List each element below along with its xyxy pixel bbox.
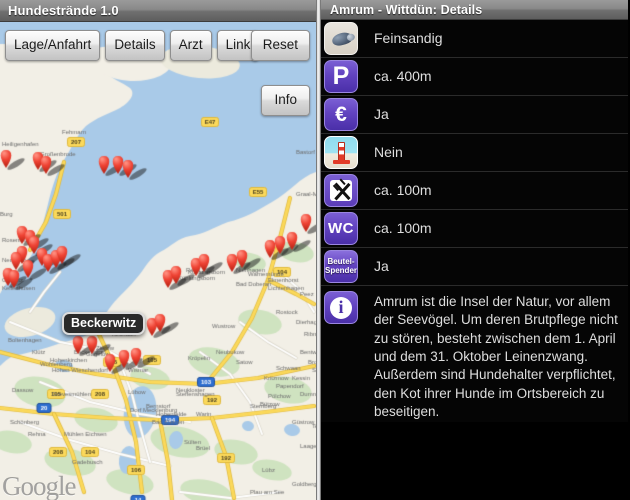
detail-row-wc[interactable]: WC ca. 100m	[321, 210, 628, 248]
detail-value-lifeguard: Nein	[374, 144, 403, 161]
arzt-button[interactable]: Arzt	[169, 30, 212, 61]
google-attribution: Google	[2, 471, 76, 500]
detail-value-parking: ca. 400m	[374, 68, 432, 85]
info-glyph: i	[338, 297, 344, 317]
restaurant-icon	[324, 174, 358, 207]
app-title: Hundestrände 1.0	[8, 3, 119, 18]
detail-row-restaurant[interactable]: ca. 100m	[321, 172, 628, 210]
parking-glyph: P	[332, 61, 350, 90]
euro-fee-icon: €	[324, 98, 358, 131]
map-tooltip-beckerwitz[interactable]: Beckerwitz	[62, 312, 146, 335]
app-root: Hundestrände 1.0 Beckerwitz Google Lage/…	[0, 0, 630, 500]
detail-row-fee[interactable]: € Ja	[321, 96, 628, 134]
wc-glyph: WC	[328, 220, 354, 237]
details-list: Feinsandig P ca. 400m € Ja Nein ca. 100m…	[321, 20, 628, 422]
detail-value-bagdispenser: Ja	[374, 258, 389, 275]
detail-value-fee: Ja	[374, 106, 389, 123]
parking-icon: P	[324, 60, 358, 93]
detail-row-lifeguard[interactable]: Nein	[321, 134, 628, 172]
detail-value-wc: ca. 100m	[374, 220, 432, 237]
beach-lifeguard-icon	[324, 136, 358, 169]
info-button[interactable]: Info	[261, 85, 310, 116]
detail-value-restaurant: ca. 100m	[374, 182, 432, 199]
map-panel: Hundestrände 1.0 Beckerwitz Google Lage/…	[0, 0, 316, 500]
detail-row-info[interactable]: i Amrum ist die Insel der Natur, vor all…	[321, 286, 628, 422]
beutel-spender-icon: Beutel- Spender	[324, 250, 358, 283]
details-title: Amrum - Wittdün: Details	[330, 2, 483, 17]
left-titlebar: Hundestrände 1.0	[0, 0, 316, 22]
lage-anfahrt-button[interactable]: Lage/Anfahrt	[5, 30, 101, 61]
info-icon: i	[324, 291, 358, 324]
euro-glyph: €	[335, 103, 347, 126]
right-titlebar: Amrum - Wittdün: Details	[321, 0, 628, 20]
wc-icon: WC	[324, 212, 358, 245]
details-panel: Amrum - Wittdün: Details Feinsandig P ca…	[321, 0, 628, 500]
detail-row-bagdispenser[interactable]: Beutel- Spender Ja	[321, 248, 628, 286]
detail-info-text: Amrum ist die Insel der Natur, vor allem…	[374, 294, 618, 420]
detail-value-sand: Feinsandig	[374, 30, 443, 47]
details-button[interactable]: Details	[105, 30, 165, 61]
detail-row-sand[interactable]: Feinsandig	[321, 20, 628, 58]
reset-button[interactable]: Reset	[250, 30, 310, 61]
beutel-line2: Spender	[325, 265, 358, 275]
shell-shape	[330, 30, 354, 48]
lighthouse-shape	[338, 142, 345, 161]
lighthouse-base-shape	[333, 160, 350, 164]
sand-icon	[324, 22, 358, 55]
map-action-buttons: Lage/Anfahrt Details Arzt Link	[5, 30, 260, 61]
detail-row-parking[interactable]: P ca. 400m	[321, 58, 628, 96]
info-disc-shape: i	[330, 296, 352, 319]
